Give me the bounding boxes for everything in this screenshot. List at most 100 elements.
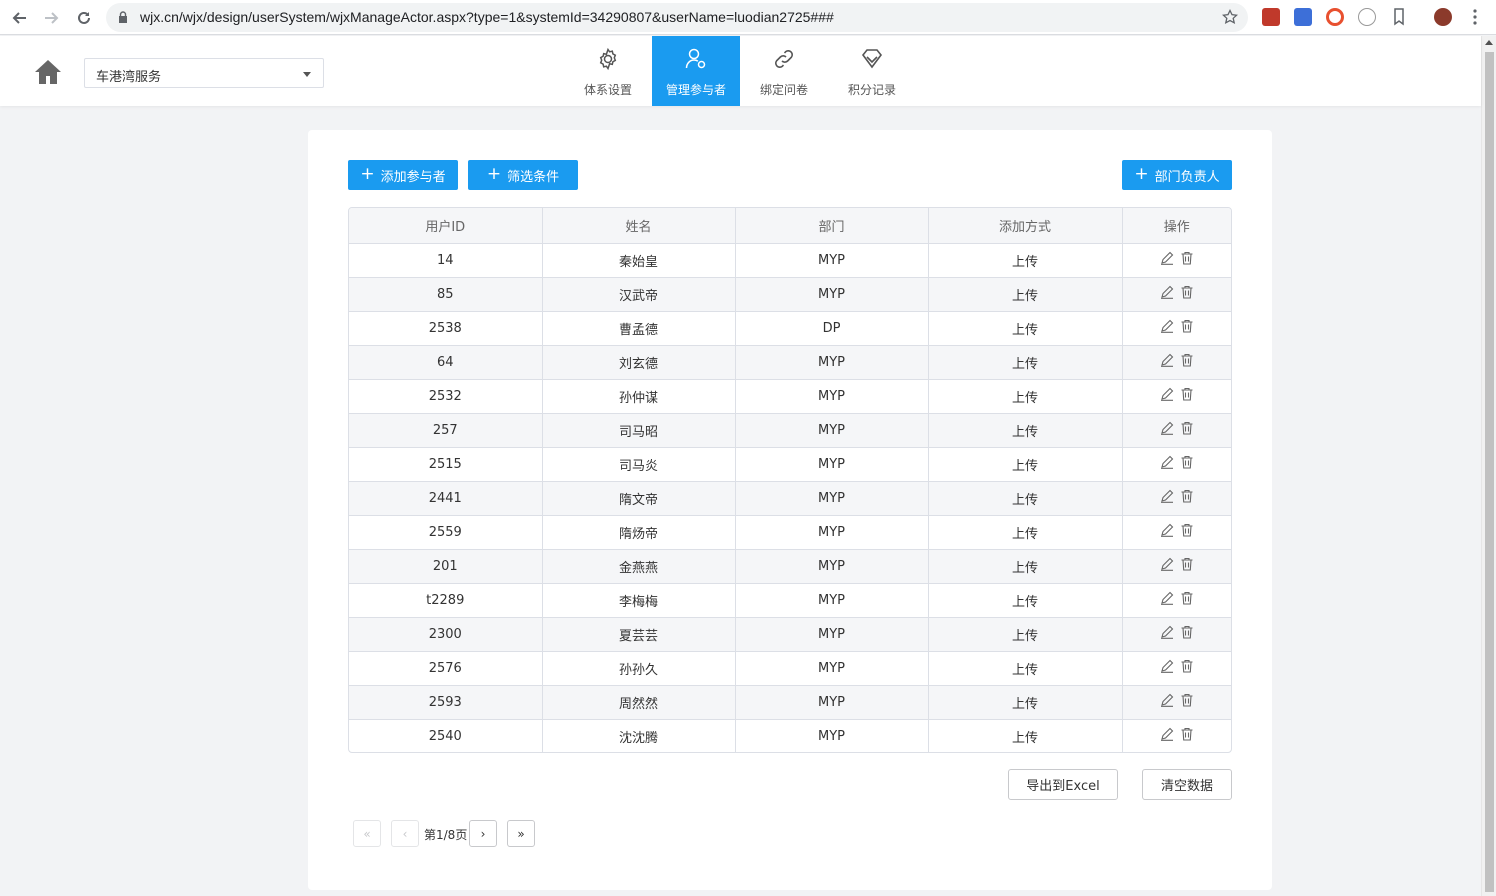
cell-name: 刘玄德 <box>542 345 736 380</box>
app-header: 车港湾服务 体系设置 管理参与者 绑定问卷 积分记录 <box>0 36 1481 106</box>
edit-icon[interactable] <box>1160 625 1174 639</box>
edit-icon[interactable] <box>1160 659 1174 673</box>
tab-manage-participants[interactable]: 管理参与者 <box>652 36 740 106</box>
filter-button[interactable]: + 筛选条件 <box>468 160 578 190</box>
cell-id: 64 <box>349 345 543 380</box>
delete-icon[interactable] <box>1180 353 1194 367</box>
cell-name: 司马昭 <box>542 413 736 448</box>
tab-system-settings[interactable]: 体系设置 <box>564 36 652 106</box>
edit-icon[interactable] <box>1160 489 1174 503</box>
avatar[interactable] <box>1434 8 1452 26</box>
extension-icon[interactable] <box>1262 8 1280 26</box>
delete-icon[interactable] <box>1180 693 1194 707</box>
cell-name: 夏芸芸 <box>542 617 736 652</box>
plus-icon: + <box>1134 164 1149 184</box>
extension-icon[interactable] <box>1294 8 1312 26</box>
delete-icon[interactable] <box>1180 727 1194 741</box>
delete-icon[interactable] <box>1180 455 1194 469</box>
diamond-icon <box>861 49 883 69</box>
next-page-button[interactable]: › <box>469 820 497 847</box>
delete-icon[interactable] <box>1180 251 1194 265</box>
edit-icon[interactable] <box>1160 387 1174 401</box>
delete-icon[interactable] <box>1180 591 1194 605</box>
cell-name: 金燕燕 <box>542 549 736 584</box>
delete-icon[interactable] <box>1180 523 1194 537</box>
reload-icon[interactable] <box>71 5 97 31</box>
cell-dept: MYP <box>735 481 929 516</box>
cell-method: 上传 <box>928 413 1123 448</box>
cell-name: 司马炎 <box>542 447 736 482</box>
table-row: 2300 夏芸芸 MYP 上传 <box>349 617 1231 652</box>
column-header-user-id[interactable]: 用户ID <box>349 208 543 244</box>
first-page-button[interactable]: « <box>353 820 381 847</box>
home-icon[interactable] <box>33 58 63 86</box>
edit-icon[interactable] <box>1160 251 1174 265</box>
cell-method: 上传 <box>928 277 1123 312</box>
cell-method: 上传 <box>928 549 1123 584</box>
edit-icon[interactable] <box>1160 319 1174 333</box>
address-bar[interactable]: wjx.cn/wjx/design/userSystem/wjxManageAc… <box>106 3 1248 32</box>
tab-bind-survey[interactable]: 绑定问卷 <box>740 36 828 106</box>
edit-icon[interactable] <box>1160 285 1174 299</box>
column-header-name[interactable]: 姓名 <box>542 208 736 244</box>
cell-name: 沈沈腾 <box>542 719 736 752</box>
tab-label: 绑定问卷 <box>759 83 808 97</box>
cell-dept: MYP <box>735 447 929 482</box>
delete-icon[interactable] <box>1180 659 1194 673</box>
cell-method: 上传 <box>928 379 1123 414</box>
cell-id: 2300 <box>349 617 543 652</box>
table-row: 2515 司马炎 MYP 上传 <box>349 447 1231 482</box>
edit-icon[interactable] <box>1160 523 1174 537</box>
cell-name: 秦始皇 <box>542 243 736 278</box>
table-row: 85 汉武帝 MYP 上传 <box>349 277 1231 312</box>
edit-icon[interactable] <box>1160 455 1174 469</box>
column-header-actions: 操作 <box>1122 208 1231 244</box>
edit-icon[interactable] <box>1160 693 1174 707</box>
delete-icon[interactable] <box>1180 319 1194 333</box>
lock-icon <box>119 11 127 23</box>
scroll-up-icon[interactable] <box>1485 40 1493 45</box>
back-icon[interactable] <box>6 5 32 31</box>
export-excel-button[interactable]: 导出到Excel <box>1008 769 1118 800</box>
delete-icon[interactable] <box>1180 285 1194 299</box>
page-indicator: 第1/8页 <box>424 828 468 842</box>
extension-icon[interactable] <box>1326 8 1344 26</box>
edit-icon[interactable] <box>1160 727 1174 742</box>
cell-actions <box>1122 515 1231 550</box>
prev-page-button[interactable]: ‹ <box>391 820 419 847</box>
extension-icon[interactable] <box>1358 8 1376 26</box>
scrollbar[interactable] <box>1481 36 1496 896</box>
delete-icon[interactable] <box>1180 557 1194 571</box>
delete-icon[interactable] <box>1180 489 1194 503</box>
table-row: t2289 李梅梅 MYP 上传 <box>349 583 1231 618</box>
cell-actions <box>1122 311 1231 346</box>
cell-id: 2532 <box>349 379 543 414</box>
dept-head-button[interactable]: + 部门负责人 <box>1122 160 1232 190</box>
last-page-button[interactable]: » <box>507 820 535 847</box>
table-row: 2540 沈沈腾 MYP 上传 <box>349 719 1231 752</box>
cell-dept: MYP <box>735 583 929 618</box>
clear-data-button[interactable]: 清空数据 <box>1142 769 1232 800</box>
tab-points-record[interactable]: 积分记录 <box>828 36 916 106</box>
edit-icon[interactable] <box>1160 557 1174 571</box>
edit-icon[interactable] <box>1160 421 1174 435</box>
cell-method: 上传 <box>928 345 1123 380</box>
scrollbar-thumb[interactable] <box>1485 52 1494 892</box>
dept-head-label: 部门负责人 <box>1154 169 1220 185</box>
edit-icon[interactable] <box>1160 591 1174 605</box>
cell-method: 上传 <box>928 685 1123 720</box>
delete-icon[interactable] <box>1180 387 1194 401</box>
delete-icon[interactable] <box>1180 625 1194 639</box>
add-participant-button[interactable]: + 添加参与者 <box>348 160 458 190</box>
delete-icon[interactable] <box>1180 421 1194 435</box>
edit-icon[interactable] <box>1160 353 1174 367</box>
column-header-dept[interactable]: 部门 <box>735 208 929 244</box>
column-header-method[interactable]: 添加方式 <box>928 208 1123 244</box>
system-select[interactable]: 车港湾服务 <box>84 58 324 88</box>
bookmark-icon[interactable] <box>1393 8 1405 26</box>
menu-dots-icon[interactable] <box>1472 9 1478 25</box>
star-icon[interactable] <box>1222 9 1238 25</box>
cell-id: 2515 <box>349 447 543 482</box>
tab-label: 管理参与者 <box>665 83 726 97</box>
forward-icon[interactable] <box>39 5 65 31</box>
